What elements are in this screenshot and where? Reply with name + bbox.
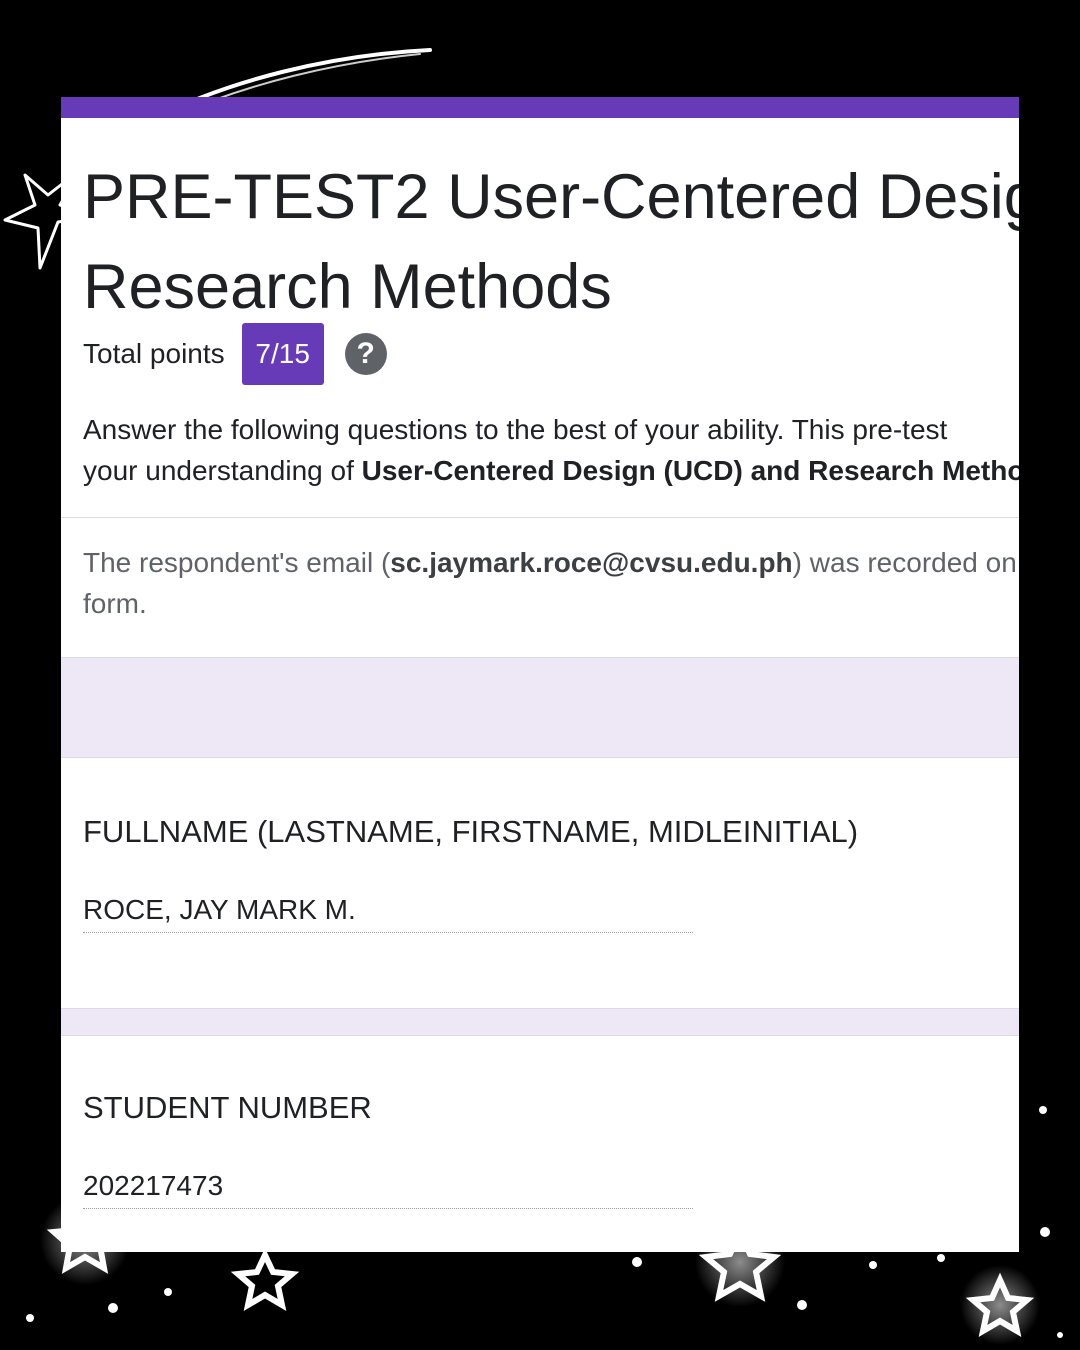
form-accent-bar bbox=[61, 97, 1019, 118]
email-note-line-1: The respondent's email (sc.jaymark.roce@… bbox=[83, 542, 1019, 583]
form-header: PRE-TEST2 User-Centered Design Research … bbox=[61, 118, 1019, 517]
email-note-prefix: The respondent's email ( bbox=[83, 547, 391, 578]
question-card-student-number: STUDENT NUMBER 202217473 bbox=[61, 1036, 1019, 1252]
question-title: FULLNAME (LASTNAME, FIRSTNAME, MIDLEINIT… bbox=[83, 814, 859, 849]
header-divider bbox=[61, 517, 1019, 518]
respondent-email: sc.jaymark.roce@cvsu.edu.ph bbox=[390, 547, 793, 578]
answer-text: 202217473 bbox=[83, 1170, 693, 1209]
score-badge: 7/15 bbox=[241, 323, 324, 385]
answer-text: ROCE, JAY MARK M. bbox=[83, 894, 693, 933]
description-line-2: your understanding of User-Centered Desi… bbox=[83, 450, 1019, 491]
form-title-line-2: Research Methods bbox=[83, 252, 612, 322]
form-title-line-1: PRE-TEST2 User-Centered Design bbox=[83, 162, 1019, 232]
description-line-2-prefix: your understanding of bbox=[83, 455, 362, 486]
help-circle-icon[interactable]: ? bbox=[344, 333, 387, 375]
email-recorded-note: The respondent's email (sc.jaymark.roce@… bbox=[83, 542, 1019, 624]
form-description: Answer the following questions to the be… bbox=[83, 409, 1019, 491]
email-note-line-2: form. bbox=[83, 588, 147, 619]
form-title: PRE-TEST2 User-Centered Design Research … bbox=[83, 152, 1019, 332]
section-separator bbox=[61, 1008, 1019, 1036]
description-bold-topic: User-Centered Design (UCD) and Research … bbox=[361, 455, 1019, 486]
description-line-1: Answer the following questions to the be… bbox=[83, 414, 948, 445]
section-separator bbox=[61, 657, 1019, 758]
score-row: Total points 7/15 ? bbox=[83, 323, 387, 385]
email-note-suffix: ) was recorded on bbox=[792, 547, 1017, 578]
question-title: STUDENT NUMBER bbox=[83, 1090, 372, 1125]
form-card: PRE-TEST2 User-Centered Design Research … bbox=[61, 97, 1019, 1252]
question-card-fullname: FULLNAME (LASTNAME, FIRSTNAME, MIDLEINIT… bbox=[61, 758, 1019, 1008]
score-label: Total points bbox=[83, 338, 225, 369]
